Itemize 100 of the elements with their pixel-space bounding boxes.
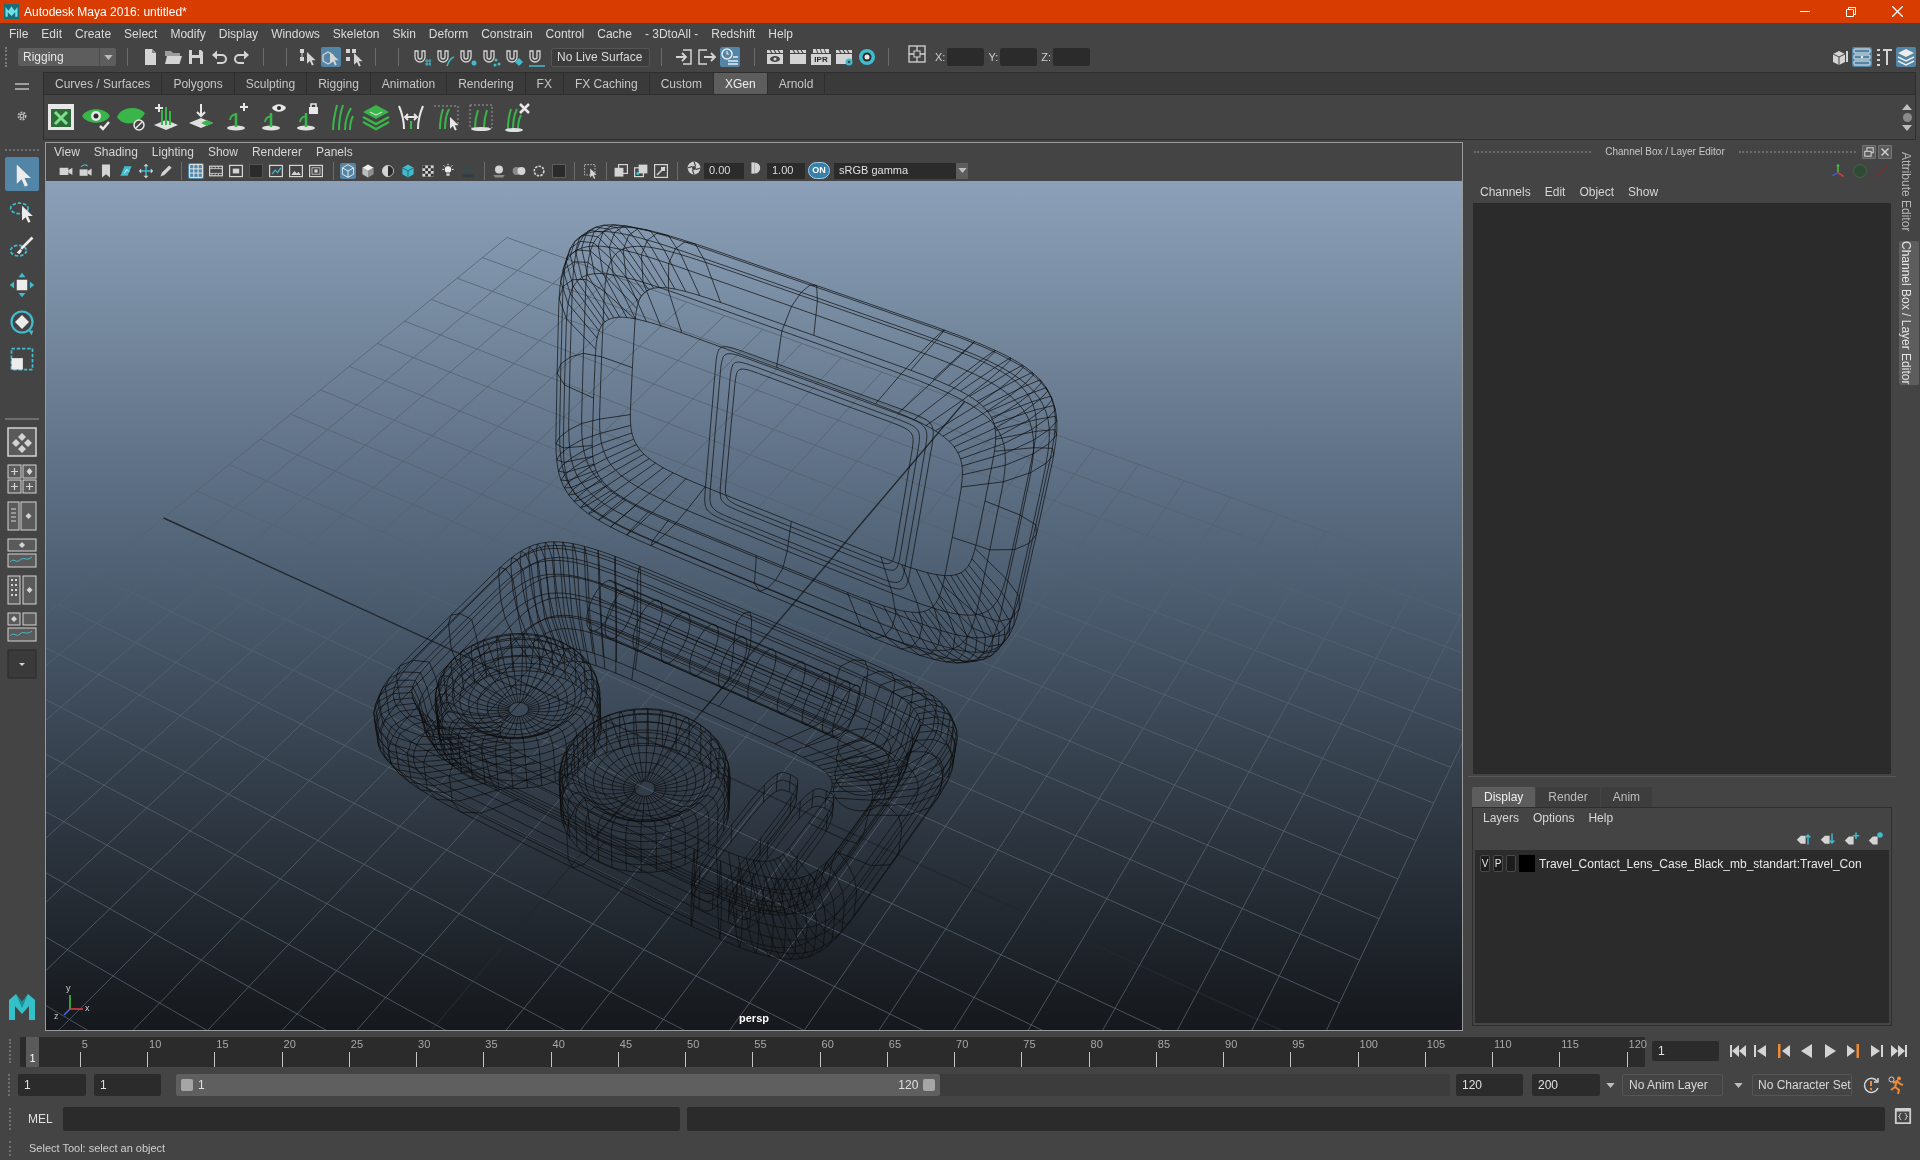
ring-icon[interactable] <box>531 162 547 179</box>
channel-menu-item[interactable]: Show <box>1628 183 1659 201</box>
lens-case-wireframe-drawing[interactable] <box>373 224 1058 960</box>
shelf-tab[interactable]: Curves / Surfaces <box>44 73 163 94</box>
menu-item[interactable]: Modify <box>170 24 206 43</box>
shelf-menu-icon[interactable] <box>14 83 29 90</box>
channel-menu-item[interactable]: Object <box>1579 183 1615 201</box>
picture-frame-icon[interactable] <box>288 162 304 179</box>
pointer-component-icon[interactable] <box>344 47 364 67</box>
overlap-squares-icon[interactable] <box>613 162 629 179</box>
menu-item[interactable]: Windows <box>271 24 320 43</box>
color-management-toggle[interactable]: ON <box>808 162 830 179</box>
x-box-icon[interactable] <box>45 101 77 133</box>
scroll-down-icon[interactable] <box>1902 124 1912 131</box>
shelf-tab[interactable]: Arnold <box>767 73 826 94</box>
caret-icon[interactable] <box>103 54 113 60</box>
shelf-tab[interactable]: FX Caching <box>563 73 650 94</box>
menu-item[interactable]: Skeleton <box>332 24 380 43</box>
grid-icon[interactable] <box>188 162 204 179</box>
tag-dot-icon[interactable] <box>1867 831 1885 847</box>
panel-menu-item[interactable]: Shading <box>93 142 138 161</box>
layer-editor-tab[interactable]: Render <box>1536 787 1600 807</box>
tag-arrow-up-icon[interactable] <box>1795 831 1813 847</box>
light-bulb-icon[interactable] <box>440 162 456 179</box>
y-coordinate-field[interactable] <box>1000 48 1038 66</box>
side-tab[interactable]: Attribute Editor <box>1899 152 1919 232</box>
layers-icon[interactable] <box>1896 47 1916 67</box>
menu-item[interactable]: File <box>9 24 29 43</box>
attribute-rows-icon[interactable] <box>1852 47 1872 67</box>
time-slider[interactable]: 5 10 15 20 25 30 35 40 45 50 55 60 65 70 75 80 85 90 95 100 105 110 115 120 1 <box>20 1037 1645 1067</box>
side-tab[interactable]: Channel Box / Layer Editor <box>1899 241 1919 385</box>
magnet-diamond-icon[interactable] <box>504 47 524 67</box>
command-input[interactable] <box>63 1107 680 1131</box>
panel-menu-item[interactable]: View <box>54 142 80 161</box>
shelf-tab[interactable]: Rendering <box>447 73 526 94</box>
menu-item[interactable]: Create <box>75 24 112 43</box>
save-icon[interactable] <box>186 47 206 67</box>
framed-slash-icon[interactable] <box>653 162 669 179</box>
panel-menu-item[interactable]: Renderer <box>251 142 302 161</box>
caret-icon[interactable] <box>957 168 967 173</box>
playback-end-field[interactable]: 120 <box>1456 1074 1523 1096</box>
shelf-tab[interactable]: Animation <box>370 73 448 94</box>
mixed-pane-icon[interactable] <box>7 612 37 642</box>
scroll-handle-icon[interactable] <box>1902 112 1912 122</box>
magnet-points-icon[interactable] <box>481 47 501 67</box>
anim-layer-dropdown[interactable]: No Anim Layer <box>1622 1074 1723 1096</box>
live-surface-button[interactable]: No Live Surface <box>551 47 650 67</box>
clock-alert-icon[interactable] <box>1861 1075 1881 1095</box>
animation-end-field[interactable]: 200 <box>1532 1074 1600 1096</box>
crosshair-box-icon[interactable] <box>907 43 927 64</box>
menu-item[interactable]: Skin <box>392 24 416 43</box>
caret-icon[interactable] <box>1606 1082 1615 1088</box>
pointer-object-icon[interactable] <box>321 47 341 67</box>
scroll-up-icon[interactable] <box>1902 103 1912 110</box>
tag-arrow-down-icon[interactable] <box>1819 831 1837 847</box>
menu-item[interactable]: Constrain <box>481 24 533 43</box>
magnet-point-icon[interactable] <box>458 47 478 67</box>
bracket-list-icon[interactable] <box>1874 47 1894 67</box>
color-space-dropdown[interactable]: sRGB gamma <box>834 162 968 179</box>
character-set-dropdown[interactable]: No Character Set <box>1752 1074 1852 1096</box>
close-icon[interactable] <box>1878 144 1892 159</box>
menu-item[interactable]: Edit <box>41 24 63 43</box>
range-slider-track[interactable]: 1 120 <box>176 1074 1450 1096</box>
wireframe-cube-icon[interactable] <box>340 162 356 179</box>
arrow-into-frame-icon[interactable] <box>674 47 694 67</box>
gamma-field[interactable]: 1.00 <box>767 162 805 179</box>
visibility-toggle[interactable]: V <box>1480 855 1490 872</box>
viewport-background[interactable]: y z x persp <box>46 181 1462 1030</box>
sphere-ground-icon[interactable] <box>491 162 507 179</box>
menu-item[interactable]: Control <box>545 24 585 43</box>
arrow-out-frame-icon[interactable] <box>697 47 717 67</box>
z-coordinate-field[interactable] <box>1053 48 1090 66</box>
sphere-ring-icon[interactable] <box>857 47 877 67</box>
layer-editor-tab[interactable]: Anim <box>1600 787 1653 807</box>
shelf-tab[interactable]: Rigging <box>307 73 371 94</box>
camera-arc-icon[interactable] <box>78 162 94 179</box>
menu-item[interactable]: Select <box>124 24 158 43</box>
current-frame-marker[interactable]: 1 <box>26 1037 39 1067</box>
tag-plus-icon[interactable] <box>1843 831 1861 847</box>
caret-icon[interactable] <box>1734 1082 1743 1088</box>
graph-pane-icon[interactable] <box>7 538 37 568</box>
menu-item[interactable]: Display <box>218 24 259 43</box>
shelf-tab[interactable]: XGen <box>713 73 768 94</box>
channel-menu-item[interactable]: Edit <box>1544 183 1566 201</box>
axis-arrows-icon[interactable] <box>1830 163 1846 179</box>
current-frame-field[interactable]: 1 <box>1652 1041 1719 1061</box>
menu-item[interactable]: Redshift <box>711 24 756 43</box>
magnet-icon[interactable] <box>527 47 547 67</box>
menu-item[interactable]: Cache <box>597 24 632 43</box>
panel-menu-item[interactable]: Panels <box>315 142 353 161</box>
animation-start-field[interactable]: 1 <box>18 1074 86 1096</box>
shelf-tab[interactable]: FX <box>525 73 564 94</box>
playback-toggle[interactable]: P <box>1493 855 1503 872</box>
exposure-field[interactable]: 0.00 <box>704 162 744 179</box>
half-shaded-circle-icon[interactable] <box>380 162 396 179</box>
magnet-curve-icon[interactable] <box>435 47 455 67</box>
panel-menu-item[interactable]: Show <box>207 142 238 161</box>
nested-frame-icon[interactable] <box>308 162 324 179</box>
script-language-button[interactable]: MEL <box>26 1108 58 1130</box>
pointer-frame-icon[interactable] <box>583 162 599 179</box>
